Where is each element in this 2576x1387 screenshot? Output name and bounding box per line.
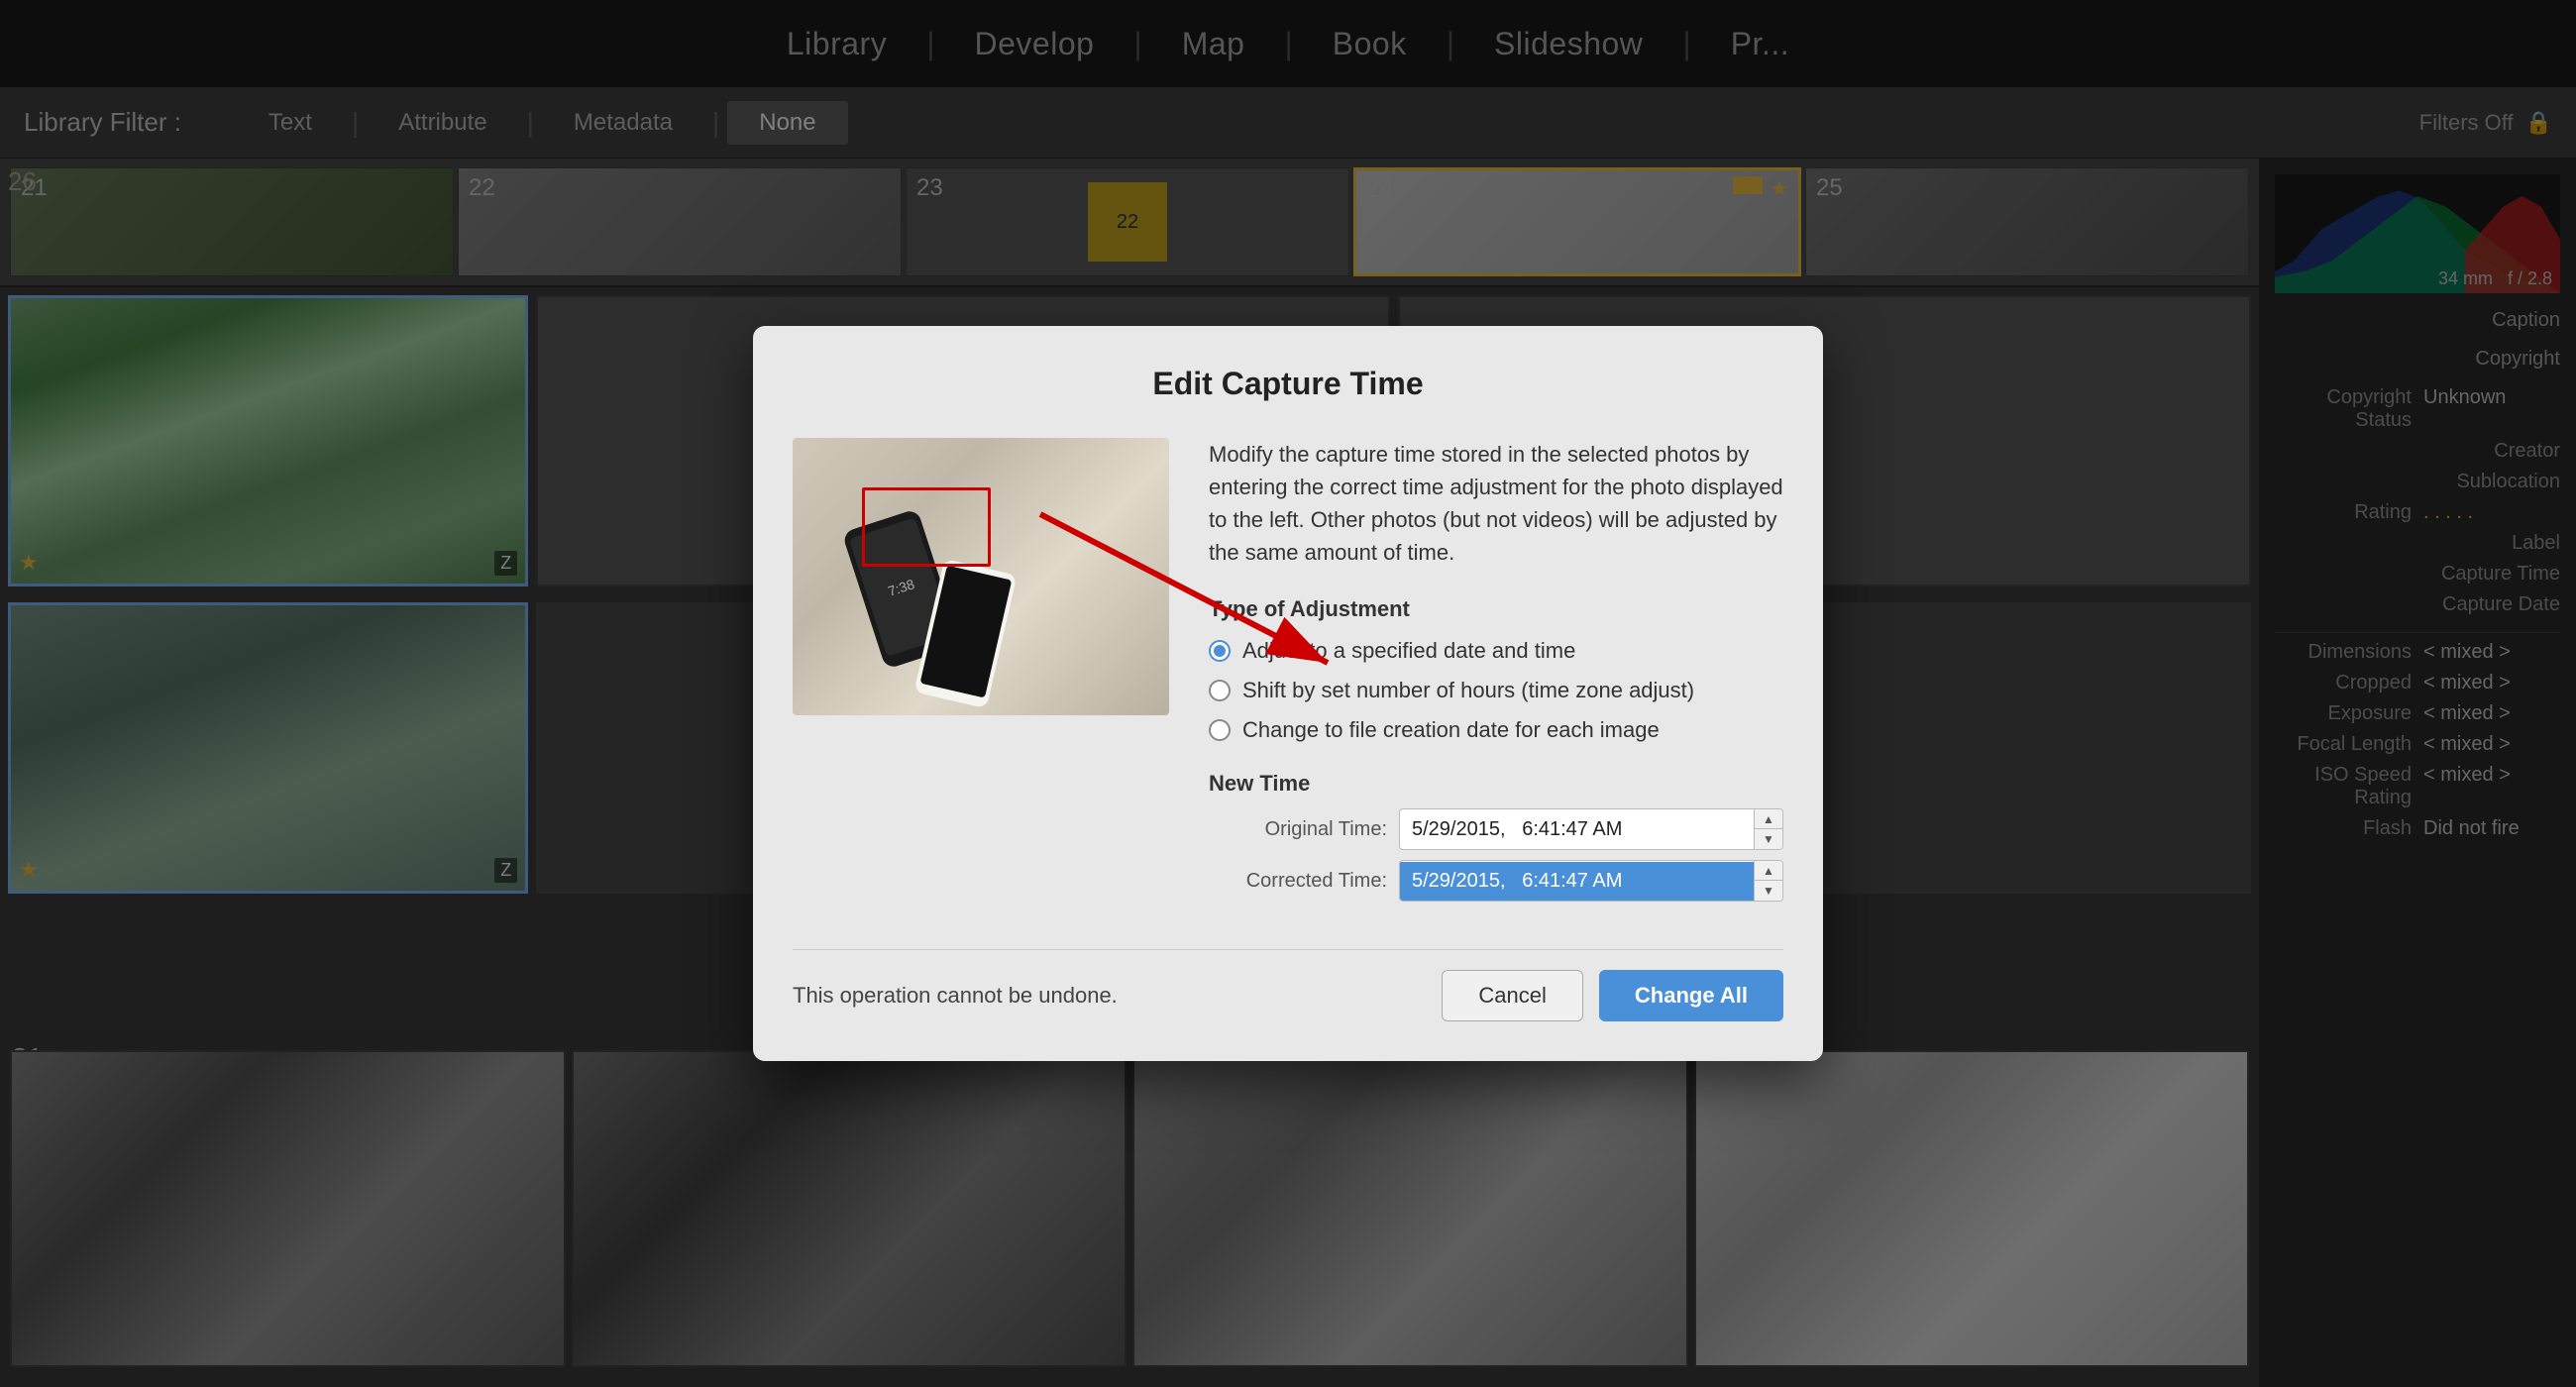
time-fields: Original Time: ▲ ▼ Corrected Time: — [1209, 808, 1783, 902]
modal-overlay: Edit Capture Time 7:38 — [0, 0, 2576, 1387]
undone-warning: This operation cannot be undone. — [793, 983, 1118, 1009]
corrected-time-up[interactable]: ▲ — [1755, 861, 1782, 881]
modal-photo: 7:38 — [793, 438, 1169, 715]
radio-shift[interactable] — [1209, 680, 1231, 701]
corrected-time-input[interactable] — [1400, 862, 1754, 901]
corrected-time-input-container: ▲ ▼ — [1399, 860, 1783, 902]
corrected-time-down[interactable]: ▼ — [1755, 881, 1782, 901]
modal-image-area: 7:38 — [793, 438, 1169, 929]
modal-right-panel: Modify the capture time stored in the se… — [1209, 438, 1783, 929]
edit-capture-time-dialog: Edit Capture Time 7:38 — [753, 326, 1823, 1061]
adjustment-type-radio-group: Adjust to a specified date and time Shif… — [1209, 638, 1783, 743]
radio-label-specified: Adjust to a specified date and time — [1242, 638, 1575, 664]
new-time-label: New Time — [1209, 771, 1783, 797]
original-time-row: Original Time: ▲ ▼ — [1209, 808, 1783, 850]
radio-specified[interactable] — [1209, 640, 1231, 662]
original-time-stepper: ▲ ▼ — [1754, 809, 1782, 849]
corrected-time-stepper: ▲ ▼ — [1754, 861, 1782, 901]
modal-buttons: Cancel Change All — [1442, 970, 1783, 1021]
radio-row-specified[interactable]: Adjust to a specified date and time — [1209, 638, 1783, 664]
radio-row-shift[interactable]: Shift by set number of hours (time zone … — [1209, 678, 1783, 703]
original-time-input-container: ▲ ▼ — [1399, 808, 1783, 850]
red-bounding-box — [862, 487, 991, 567]
original-time-label: Original Time: — [1209, 818, 1387, 841]
corrected-time-row: Corrected Time: ▲ ▼ — [1209, 860, 1783, 902]
radio-label-shift: Shift by set number of hours (time zone … — [1242, 678, 1694, 703]
modal-description: Modify the capture time stored in the se… — [1209, 438, 1783, 569]
cancel-button[interactable]: Cancel — [1442, 970, 1582, 1021]
corrected-time-label: Corrected Time: — [1209, 870, 1387, 893]
modal-body: 7:38 — [793, 438, 1783, 929]
modal-bottom: This operation cannot be undone. Cancel … — [793, 949, 1783, 1021]
radio-row-file-creation[interactable]: Change to file creation date for each im… — [1209, 717, 1783, 743]
modal-title: Edit Capture Time — [793, 366, 1783, 402]
original-time-up[interactable]: ▲ — [1755, 809, 1782, 829]
original-time-input[interactable] — [1400, 810, 1754, 849]
original-time-down[interactable]: ▼ — [1755, 829, 1782, 849]
radio-label-file-creation: Change to file creation date for each im… — [1242, 717, 1660, 743]
change-all-button[interactable]: Change All — [1599, 970, 1783, 1021]
radio-file-creation[interactable] — [1209, 719, 1231, 741]
type-of-adjustment-label: Type of Adjustment — [1209, 596, 1783, 622]
